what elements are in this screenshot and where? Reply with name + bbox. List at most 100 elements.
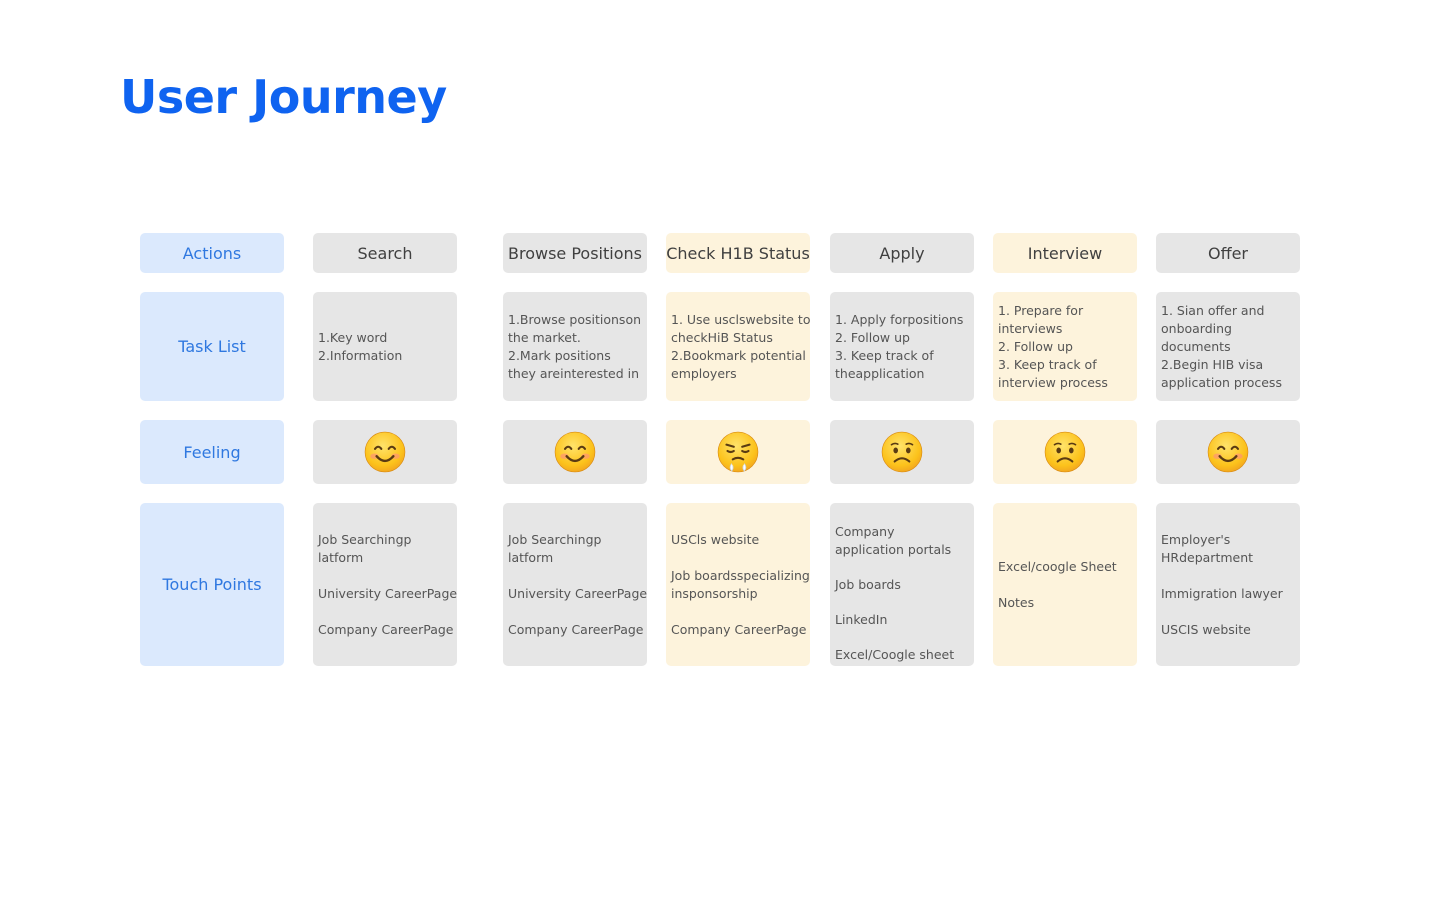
stage-header-label: Browse Positions	[508, 243, 642, 263]
stage-header-apply: Apply	[830, 233, 974, 273]
smiling-face-icon	[364, 431, 406, 473]
stage-header-check-h1b-status: Check H1B Status	[666, 233, 810, 273]
text-line: 2.Information	[318, 347, 403, 363]
text-line: Company	[835, 524, 895, 539]
text-line: 2. Follow up	[835, 329, 910, 345]
text-line: application portals	[835, 542, 952, 557]
text-line: University CareerPage	[318, 585, 458, 601]
text-line: Job Searchingp	[508, 531, 602, 547]
touch-points-cell: USCls website Job boardsspecializing inspo…	[666, 503, 810, 666]
text-line: employers	[671, 365, 737, 381]
task-list-cell: 1. Sian offer and onboarding documents 2.Be…	[1156, 292, 1300, 401]
smiling-face-icon	[1207, 431, 1249, 473]
text-line: 2.Begin HIB visa	[1161, 356, 1264, 372]
text-line: Company CareerPage	[318, 621, 454, 637]
text-line: 1. Apply forpositions	[835, 311, 964, 327]
text-line: Employer's	[1161, 531, 1231, 547]
text-line: 1. Use usclswebsite to	[671, 311, 811, 327]
smiling-face-icon	[554, 431, 596, 473]
feeling-cell	[993, 420, 1137, 484]
text-line: Job Searchingp	[318, 531, 412, 547]
text-line: Excel/Coogle sheet	[835, 647, 955, 662]
text-line: latform	[318, 549, 364, 565]
worried-face-icon	[881, 431, 923, 473]
touch-points-cell: Excel/coogle Sheet Notes	[993, 503, 1137, 666]
task-list-cell: 1. Use usclswebsite to checkHiB Status 2.B…	[666, 292, 810, 401]
text-line: Job boardsspecializing	[671, 567, 810, 583]
text-line: University CareerPage	[508, 585, 648, 601]
row-label-feeling-text: Feeling	[183, 442, 241, 462]
task-list-cell: 1.Browse positionson the market. 2.Mark po…	[503, 292, 647, 401]
stage-header-label: Apply	[879, 243, 925, 263]
text-line: LinkedIn	[835, 612, 888, 627]
row-label-task-list: Task List	[140, 292, 284, 401]
row-label-touch-points-text: Touch Points	[162, 575, 262, 594]
row-label-actions: Actions	[140, 233, 284, 273]
row-label-touch-points: Touch Points	[140, 503, 284, 666]
worried-face-icon	[1044, 431, 1086, 473]
text-line: checkHiB Status	[671, 329, 773, 345]
text-line: Job boards	[835, 577, 901, 592]
text-line: HRdepartment	[1161, 549, 1254, 565]
text-line: the market.	[508, 329, 581, 345]
text-line: documents	[1161, 338, 1231, 354]
feeling-cell	[1156, 420, 1300, 484]
text-line: 2.Bookmark potential	[671, 347, 806, 363]
text-line: theapplication	[835, 365, 925, 381]
feeling-cell	[830, 420, 974, 484]
text-line: 1.Browse positionson	[508, 311, 642, 327]
text-line: USCls website	[671, 531, 760, 547]
text-line: latform	[508, 549, 554, 565]
text-line: 2.Mark positions	[508, 347, 611, 363]
stage-header-interview: Interview	[993, 233, 1137, 273]
stage-header-browse-positions: Browse Positions	[503, 233, 647, 273]
feeling-cell	[503, 420, 647, 484]
text-line: 1. Prepare for	[998, 302, 1084, 318]
text-line: they areinterested in	[508, 365, 640, 381]
text-line: application process	[1161, 374, 1282, 390]
row-label-actions-text: Actions	[182, 243, 242, 263]
page-title: User Journey	[120, 70, 447, 124]
stage-header-label: Offer	[1207, 243, 1249, 263]
text-line: onboarding	[1161, 320, 1232, 336]
text-line: interview process	[998, 374, 1108, 390]
text-line: 2. Follow up	[998, 338, 1073, 354]
text-line: 1.Key word	[318, 329, 388, 345]
text-line: Immigration lawyer	[1161, 585, 1283, 601]
touch-points-cell: Company application portals Job boards Link…	[830, 503, 974, 666]
feeling-cell	[313, 420, 457, 484]
touch-points-cell: Job Searchingp latform University CareerPa…	[313, 503, 457, 666]
text-line: Notes	[998, 594, 1035, 610]
stage-header-offer: Offer	[1156, 233, 1300, 273]
stage-header-search: Search	[313, 233, 457, 273]
row-label-feeling: Feeling	[140, 420, 284, 484]
touch-points-cell: Job Searchingp latform University CareerPa…	[503, 503, 647, 666]
steaming-face-icon	[717, 431, 759, 473]
text-line: 3. Keep track of	[835, 347, 934, 363]
touch-points-cell: Employer's HRdepartment Immigration lawyer…	[1156, 503, 1300, 666]
text-line: Company CareerPage	[508, 621, 644, 637]
stage-header-label: Interview	[1027, 243, 1103, 263]
text-line: Company CareerPage	[671, 621, 807, 637]
text-line: interviews	[998, 320, 1063, 336]
row-label-task-list-text: Task List	[178, 337, 246, 356]
stage-header-label: Check H1B Status	[666, 243, 810, 263]
task-list-cell: 1.Key word 2.Information	[313, 292, 457, 401]
task-list-cell: 1. Apply forpositions 2. Follow up 3. Keep…	[830, 292, 974, 401]
task-list-cell: 1. Prepare for interviews 2. Follow up 3. K…	[993, 292, 1137, 401]
stage-header-label: Search	[357, 243, 413, 263]
text-line: insponsorship	[671, 585, 758, 601]
feeling-cell	[666, 420, 810, 484]
text-line: USCIS website	[1161, 621, 1251, 637]
text-line: Excel/coogle Sheet	[998, 558, 1117, 574]
